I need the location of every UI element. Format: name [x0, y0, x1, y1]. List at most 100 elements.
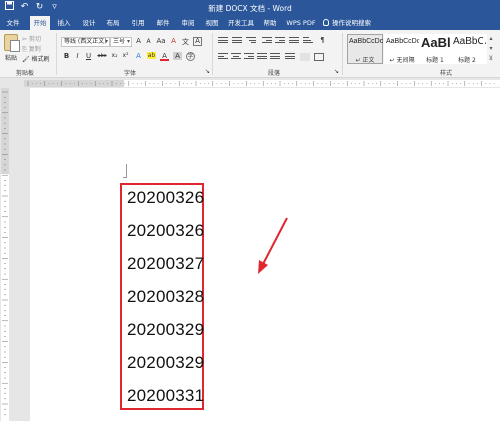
date-line[interactable]: 20200326: [127, 221, 204, 241]
chinese-layout-icon[interactable]: [289, 37, 299, 45]
ribbon: 粘贴 ✂ 剪切 ⎘ 复制 🖌 格式刷 剪贴板 等线 (西文正文) 三号 A A …: [0, 30, 500, 78]
document-page[interactable]: [30, 88, 500, 421]
ribbon-tabs: 文件 开始 插入 设计 布局 引用 邮件 审阅 视图 开发工具 帮助 WPS P…: [0, 16, 500, 30]
style-no-spacing[interactable]: AaBbCcDc ↵ 无间隔: [384, 34, 420, 64]
distributed-icon[interactable]: [270, 53, 280, 61]
cut-label: 剪切: [28, 36, 41, 43]
copy-button[interactable]: ⎘ 复制: [22, 44, 41, 54]
group-divider: [212, 33, 213, 75]
clipboard-group-label: 剪贴板: [16, 70, 35, 77]
align-right-icon[interactable]: [244, 53, 254, 61]
tab-home[interactable]: 开始: [30, 16, 50, 30]
bold-button[interactable]: B: [62, 52, 71, 60]
tab-review[interactable]: 审阅: [178, 16, 198, 30]
tab-insert[interactable]: 插入: [54, 16, 74, 30]
strikethrough-button[interactable]: abc: [96, 53, 108, 59]
group-divider: [342, 33, 343, 75]
style-heading-2[interactable]: AaBbC 标题 2: [451, 34, 485, 64]
copy-label: 复制: [28, 46, 41, 53]
paragraph-dialog-launcher-icon[interactable]: ↘: [334, 68, 339, 75]
style-sample: AaBl: [421, 35, 451, 50]
gallery-expand-icon[interactable]: ⊻: [487, 54, 495, 63]
tab-design[interactable]: 设计: [79, 16, 99, 30]
paste-icon[interactable]: [4, 34, 20, 52]
margin-corner-mark: [123, 164, 127, 178]
paragraph-group-label: 段落: [268, 70, 281, 77]
date-line[interactable]: 20200329: [127, 320, 204, 340]
clear-format-button[interactable]: A: [169, 37, 178, 45]
date-line[interactable]: 20200326: [127, 188, 204, 208]
format-painter-label: 格式刷: [31, 56, 50, 63]
style-sample: AaBbCcDc: [386, 38, 421, 45]
style-sample: AaBbCcDc: [349, 38, 384, 45]
underline-button[interactable]: U: [84, 52, 93, 60]
date-line[interactable]: 20200331: [127, 386, 204, 406]
cut-button[interactable]: ✂ 剪切: [22, 34, 41, 43]
vertical-ruler[interactable]: [0, 88, 10, 421]
subscript-button[interactable]: x₂: [110, 52, 119, 59]
font-name-dropdown[interactable]: 等线 (西文正文): [61, 37, 110, 47]
borders-icon[interactable]: [314, 53, 324, 61]
horizontal-ruler[interactable]: [0, 79, 500, 88]
change-case-button[interactable]: Aa: [155, 37, 167, 45]
lightbulb-icon: [323, 19, 329, 26]
tab-view[interactable]: 视图: [202, 16, 222, 30]
tab-developer[interactable]: 开发工具: [225, 16, 257, 30]
tab-layout[interactable]: 布局: [103, 16, 123, 30]
date-line[interactable]: 20200327: [127, 254, 204, 274]
increase-indent-icon[interactable]: [275, 37, 285, 45]
tab-help[interactable]: 帮助: [260, 16, 280, 30]
tab-wps-pdf[interactable]: WPS PDF: [284, 16, 318, 30]
phonetic-guide-button[interactable]: 文: [181, 37, 190, 47]
font-size-dropdown[interactable]: 三号: [110, 37, 132, 47]
ruler-ticks: [27, 81, 495, 86]
grow-font-button[interactable]: A: [134, 37, 143, 45]
shading-icon[interactable]: [300, 53, 310, 61]
line-spacing-icon[interactable]: [285, 53, 295, 61]
style-heading-1[interactable]: AaBl 标题 1: [419, 34, 451, 64]
superscript-button[interactable]: x²: [121, 52, 130, 59]
numbering-icon[interactable]: [232, 37, 242, 45]
font-dialog-launcher-icon[interactable]: ↘: [205, 68, 210, 75]
style-name: 标题 2: [458, 57, 476, 64]
align-center-icon[interactable]: [231, 53, 241, 61]
style-name: 标题 1: [426, 57, 444, 64]
date-line[interactable]: 20200328: [127, 287, 204, 307]
tell-me-label: 操作说明搜索: [332, 19, 371, 27]
tell-me-search[interactable]: 操作说明搜索: [323, 16, 371, 30]
align-left-icon[interactable]: [218, 53, 228, 61]
italic-button[interactable]: I: [73, 52, 82, 60]
paste-button[interactable]: 粘贴: [5, 53, 17, 62]
sort-icon[interactable]: [303, 37, 313, 45]
character-border-button[interactable]: A: [193, 37, 202, 46]
highlighted-date-list: 20200326 20200326 20200327 20200328 2020…: [120, 183, 204, 410]
font-group-label: 字体: [124, 70, 137, 77]
enclose-character-button[interactable]: 字: [186, 52, 195, 61]
bullets-icon[interactable]: [218, 37, 228, 45]
tab-file[interactable]: 文件: [3, 16, 23, 30]
text-effects-button[interactable]: A: [134, 52, 143, 60]
style-name: ↵ 无间隔: [389, 57, 415, 64]
tab-references[interactable]: 引用: [128, 16, 148, 30]
window-title: 新建 DOCX 文档 - Word: [208, 4, 292, 13]
date-line[interactable]: 20200329: [127, 353, 204, 373]
gallery-down-icon[interactable]: ▾: [487, 44, 495, 53]
ruler-ticks: [2, 91, 8, 415]
style-sample: AaBbC: [453, 36, 485, 47]
shrink-font-button[interactable]: A: [144, 38, 153, 45]
highlight-button[interactable]: ab: [147, 52, 156, 59]
title-bar: ↶ ↻ ▿ 新建 DOCX 文档 - Word: [0, 0, 500, 16]
styles-group-label: 样式: [440, 70, 453, 77]
gallery-up-icon[interactable]: ▴: [487, 34, 495, 43]
style-name: ↵ 正文: [355, 57, 375, 64]
tab-mailings[interactable]: 邮件: [153, 16, 173, 30]
multilevel-list-icon[interactable]: [246, 37, 256, 45]
style-normal[interactable]: AaBbCcDc ↵ 正文: [347, 34, 383, 64]
show-marks-icon[interactable]: ¶: [318, 36, 327, 44]
format-painter-button[interactable]: 🖌 格式刷: [22, 54, 50, 63]
character-shading-button[interactable]: A: [173, 52, 182, 60]
decrease-indent-icon[interactable]: [262, 37, 272, 45]
group-divider: [56, 33, 57, 75]
font-color-button[interactable]: A: [160, 52, 169, 61]
justify-icon[interactable]: [257, 53, 267, 61]
